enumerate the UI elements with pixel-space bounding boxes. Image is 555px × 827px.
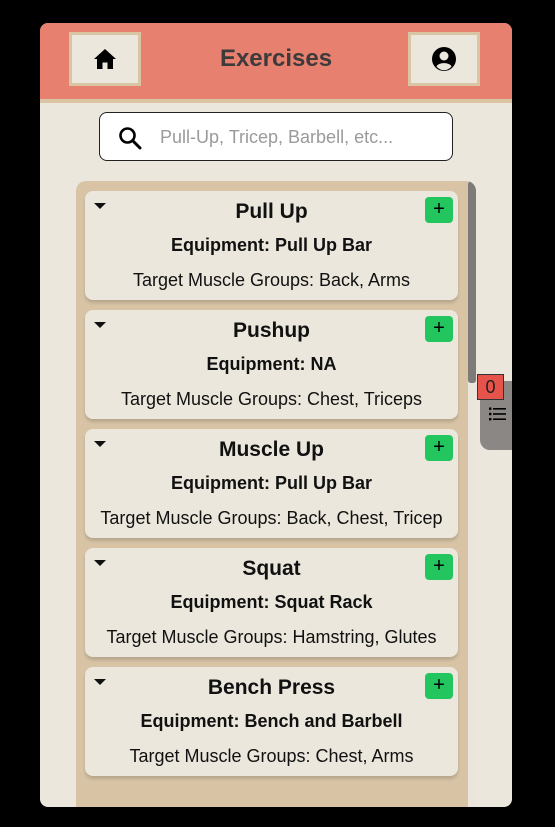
exercise-name: Pull Up: [235, 200, 308, 223]
list-icon[interactable]: [489, 407, 507, 421]
exercise-name: Squat: [242, 557, 301, 580]
exercise-name: Bench Press: [207, 676, 336, 699]
exercise-card: + Muscle Up Equipment: Pull Up Bar Targe…: [85, 429, 458, 538]
add-exercise-button[interactable]: +: [425, 316, 453, 342]
exercise-equipment: Equipment: Squat Rack: [170, 592, 373, 612]
scrollbar-thumb[interactable]: [468, 181, 476, 383]
user-circle-icon: [432, 47, 456, 71]
exercise-target: Target Muscle Groups: Hamstring, Glutes: [106, 627, 437, 647]
scrollbar-track[interactable]: [468, 181, 476, 807]
add-exercise-button[interactable]: +: [425, 673, 453, 699]
exercise-equipment: Equipment: Bench and Barbell: [140, 711, 403, 731]
exercise-list: + Pull Up Equipment: Pull Up Bar Target …: [85, 191, 458, 786]
exercise-target: Target Muscle Groups: Chest, Triceps: [120, 389, 423, 409]
exercise-target: Target Muscle Groups: Chest, Arms: [129, 746, 414, 766]
exercise-name: Pushup: [233, 319, 310, 342]
exercise-card: + Pushup Equipment: NA Target Muscle Gro…: [85, 310, 458, 419]
workout-count-badge: 0: [477, 374, 504, 400]
app-window: Exercises + Pull Up Equipment: Pull Up B…: [40, 23, 512, 807]
profile-button[interactable]: [408, 32, 480, 86]
exercise-equipment: Equipment: NA: [206, 354, 337, 374]
exercise-list-panel: + Pull Up Equipment: Pull Up Bar Target …: [76, 181, 476, 807]
caret-down-icon[interactable]: [94, 203, 106, 209]
add-exercise-button[interactable]: +: [425, 435, 453, 461]
caret-down-icon[interactable]: [94, 560, 106, 566]
exercise-equipment: Equipment: Pull Up Bar: [170, 235, 372, 255]
add-exercise-button[interactable]: +: [425, 554, 453, 580]
exercise-card: + Squat Equipment: Squat Rack Target Mus…: [85, 548, 458, 657]
caret-down-icon[interactable]: [94, 322, 106, 328]
exercise-card: + Pull Up Equipment: Pull Up Bar Target …: [85, 191, 458, 300]
exercise-card: + Bench Press Equipment: Bench and Barbe…: [85, 667, 458, 776]
search-bar: [99, 112, 453, 161]
caret-down-icon[interactable]: [94, 441, 106, 447]
exercise-target: Target Muscle Groups: Back, Arms: [132, 270, 411, 290]
caret-down-icon[interactable]: [94, 679, 106, 685]
header: Exercises: [40, 23, 512, 103]
add-exercise-button[interactable]: +: [425, 197, 453, 223]
exercise-target: Target Muscle Groups: Back, Chest, Trice…: [100, 508, 443, 528]
exercise-equipment: Equipment: Pull Up Bar: [170, 473, 372, 493]
exercise-name: Muscle Up: [218, 438, 325, 461]
search-icon: [119, 127, 142, 150]
search-input[interactable]: [158, 123, 442, 151]
